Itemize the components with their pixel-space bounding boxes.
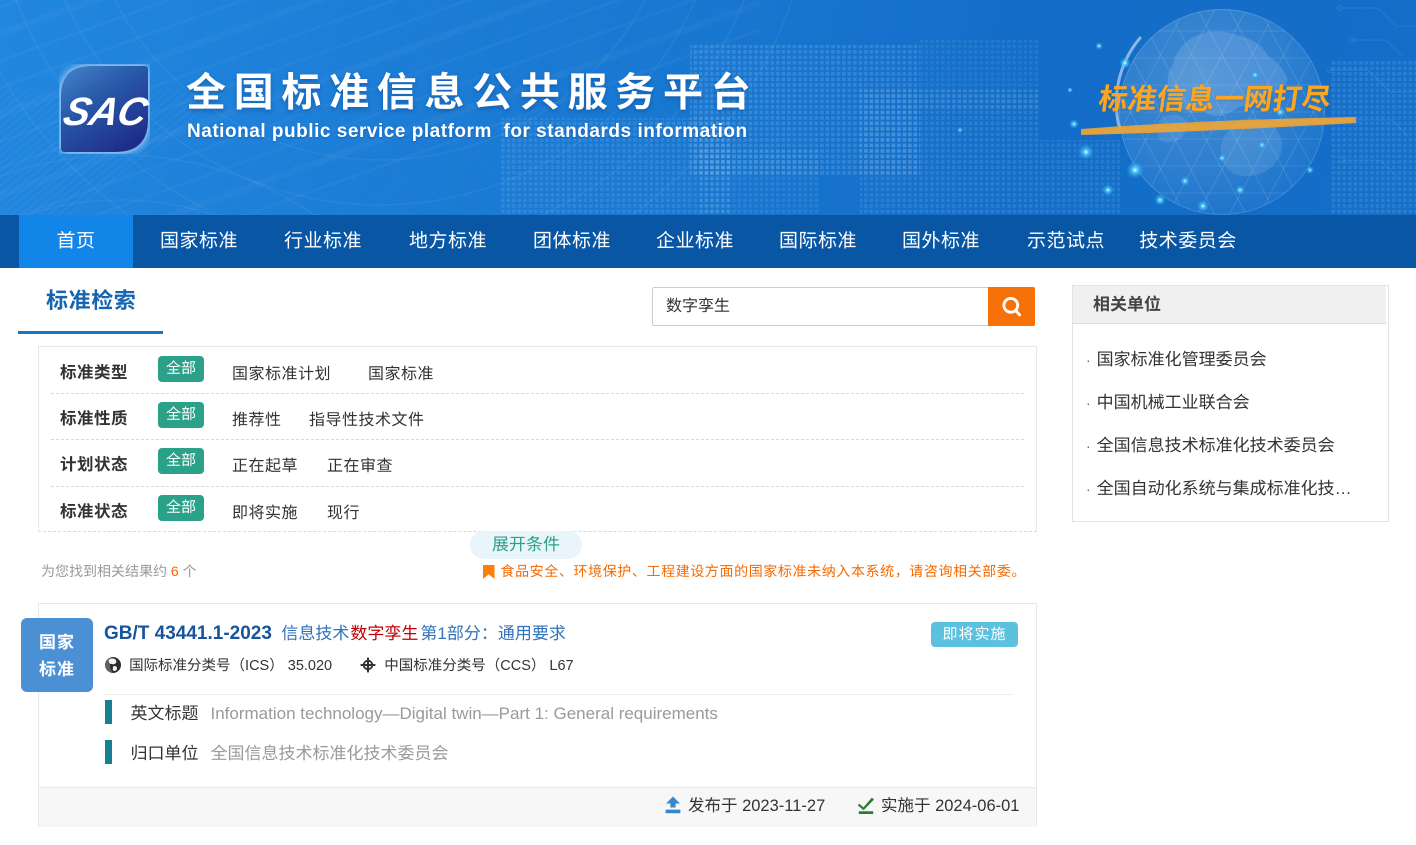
svg-text:SAC: SAC: [59, 91, 150, 134]
